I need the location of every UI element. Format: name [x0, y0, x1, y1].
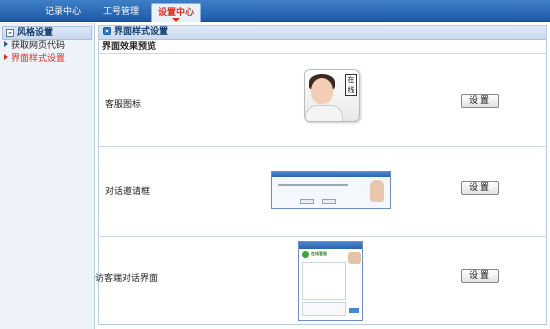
row-label: 对话邀请框	[105, 187, 151, 197]
dialog-message-graphic	[278, 184, 348, 186]
chat-service-name: 在线客服	[311, 251, 327, 256]
chat-agent-graphic	[348, 252, 361, 264]
online-badge: 在线	[345, 74, 357, 96]
chat-input-area	[302, 302, 346, 316]
setting-row-visitor-chat: 访客端对话界面 在线客服 设置	[95, 237, 546, 326]
set-visitor-chat-button[interactable]: 设置	[461, 269, 499, 283]
sidebar: - 风格设置 获取网页代码 界面样式设置	[0, 23, 95, 329]
row-label: 访客端对话界面	[95, 274, 159, 284]
dialog-agent-graphic	[370, 180, 384, 202]
top-nav-bar: 记录中心 工号管理 设置中心	[0, 0, 550, 22]
sidebar-section-title: 风格设置	[17, 28, 54, 38]
panel-header: 界面样式设置	[99, 26, 546, 40]
tab-record-center[interactable]: 记录中心	[40, 3, 86, 22]
setting-row-service-icon: 客服图标 在线 设置	[99, 57, 546, 147]
sidebar-item-label: 界面样式设置	[11, 54, 66, 64]
row-label: 客服图标	[105, 100, 142, 110]
invite-dialog-preview	[271, 171, 391, 209]
collapse-icon[interactable]: -	[6, 29, 14, 37]
preview-heading: 界面效果预览	[99, 40, 546, 54]
sidebar-item-style-settings[interactable]: 界面样式设置	[0, 53, 94, 66]
agent-body-graphic	[305, 105, 343, 121]
service-icon-preview: 在线	[304, 69, 360, 122]
chat-titlebar	[299, 242, 362, 249]
set-invite-dialog-button[interactable]: 设置	[461, 181, 499, 195]
sidebar-item-label: 获取网页代码	[11, 41, 66, 51]
settings-icon	[103, 27, 111, 35]
agent-face-graphic	[311, 78, 333, 104]
arrow-right-icon	[4, 54, 8, 60]
set-service-icon-button[interactable]: 设置	[461, 94, 499, 108]
tab-agent-management[interactable]: 工号管理	[96, 3, 146, 22]
dialog-titlebar	[272, 172, 390, 177]
sidebar-item-get-code[interactable]: 获取网页代码	[0, 40, 94, 53]
active-tab-indicator-icon	[172, 18, 180, 22]
page-title: 界面样式设置	[114, 27, 169, 37]
chat-logo-icon	[302, 251, 309, 258]
main-panel: 界面样式设置 界面效果预览 客服图标 在线 设置 对话邀请框 设置 访客端对话界…	[95, 25, 547, 326]
arrow-right-icon	[4, 41, 8, 47]
sidebar-section-header[interactable]: - 风格设置	[2, 26, 92, 40]
setting-row-invite-dialog: 对话邀请框 设置	[99, 147, 546, 237]
dialog-decline-graphic	[322, 199, 336, 204]
chat-message-area	[302, 262, 346, 300]
chat-send-graphic	[349, 308, 359, 313]
visitor-chat-preview: 在线客服	[298, 241, 363, 321]
dialog-accept-graphic	[300, 199, 314, 204]
